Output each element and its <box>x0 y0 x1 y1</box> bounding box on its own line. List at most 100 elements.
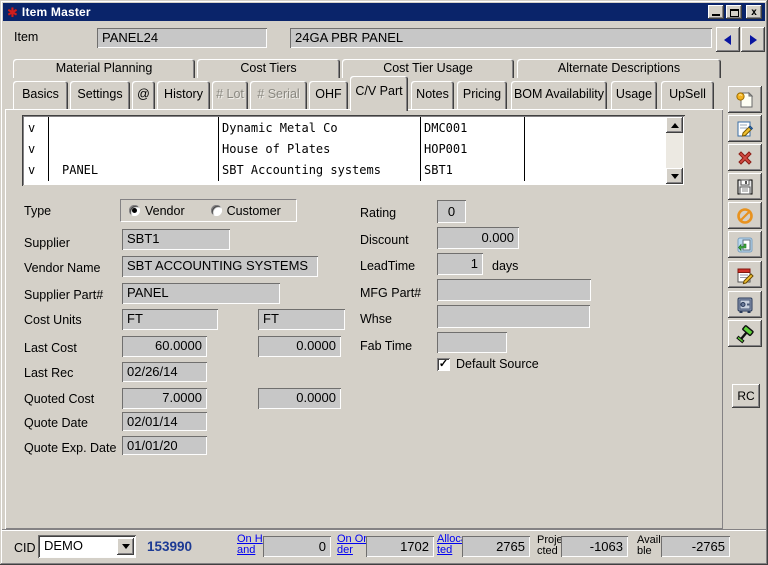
tab-upsell[interactable]: UpSell <box>661 81 714 110</box>
safe-icon <box>735 295 755 315</box>
close-button[interactable]: x <box>746 5 762 19</box>
radio-customer-label: Customer <box>227 204 281 218</box>
grid-scrollbar[interactable] <box>666 117 683 184</box>
tab-bom-availability[interactable]: BOM Availability <box>511 81 607 110</box>
tab-history[interactable]: History <box>157 81 210 110</box>
grid-cell[interactable]: House of Plates <box>222 139 417 160</box>
grid-col-part: PANEL <box>62 118 212 181</box>
projected-field: -1063 <box>561 536 628 557</box>
grid-cell[interactable]: SBT1 <box>424 160 522 181</box>
gavel-icon <box>735 324 755 344</box>
grid-cell[interactable]: v <box>28 160 46 181</box>
maximize-button[interactable] <box>726 5 742 19</box>
window-title: Item Master <box>22 5 91 19</box>
tab-at[interactable]: @ <box>132 81 155 110</box>
cid-dropdown-button[interactable] <box>117 538 134 555</box>
next-item-button[interactable] <box>741 27 765 52</box>
grid-separator <box>420 117 421 181</box>
grid-cell[interactable]: v <box>28 118 46 139</box>
default-source-checkbox-row[interactable]: ✓ Default Source <box>437 357 539 371</box>
vendor-name-field[interactable]: SBT ACCOUNTING SYSTEMS <box>122 256 318 277</box>
tab-cv-part[interactable]: C/V Part <box>350 76 408 111</box>
last-rec-field[interactable]: 02/26/14 <box>122 362 207 382</box>
fab-time-field[interactable] <box>437 332 507 353</box>
minimize-button[interactable] <box>708 5 724 19</box>
save-floppy-icon <box>735 177 755 197</box>
last-cost-field-1[interactable]: 60.0000 <box>122 336 207 357</box>
last-rec-label: Last Rec <box>24 366 73 380</box>
quoted-cost-field-2[interactable]: 0.0000 <box>258 388 341 409</box>
titlebar: ✱ Item Master x <box>3 3 765 21</box>
document-coin-icon <box>735 90 755 110</box>
previous-item-button[interactable] <box>716 27 740 52</box>
mfg-part-field[interactable] <box>437 279 591 301</box>
grid-cell[interactable] <box>62 139 212 160</box>
grid-cell[interactable]: HOP001 <box>424 139 522 160</box>
whse-dropdown[interactable] <box>437 305 590 328</box>
whse-label: Whse <box>360 312 392 326</box>
quoted-cost-field-1[interactable]: 7.0000 <box>122 388 207 409</box>
delete-record-button[interactable] <box>728 144 762 171</box>
lead-time-field[interactable]: 1 <box>437 253 483 275</box>
notepad-pencil-icon <box>735 265 755 285</box>
scroll-down-button[interactable] <box>666 168 683 184</box>
tab-usage[interactable]: Usage <box>611 81 657 110</box>
rating-field[interactable]: 0 <box>437 200 466 223</box>
type-radio-group: Vendor Customer <box>120 199 297 222</box>
edit-record-button[interactable] <box>728 115 762 142</box>
lead-time-label: LeadTime <box>360 259 415 273</box>
grid-cell[interactable]: Dynamic Metal Co <box>222 118 417 139</box>
arrow-right-icon <box>747 34 759 46</box>
item-description-field[interactable]: 24GA PBR PANEL <box>290 28 712 48</box>
audit-notes-button[interactable] <box>728 261 762 288</box>
last-cost-label: Last Cost <box>24 341 77 355</box>
supplier-field[interactable]: SBT1 <box>122 229 230 250</box>
tab-settings[interactable]: Settings <box>70 81 130 110</box>
tab-basics[interactable]: Basics <box>13 81 68 110</box>
on-order-link[interactable]: On Order <box>337 534 367 556</box>
arrow-down-icon <box>671 174 679 179</box>
cost-units-field-1[interactable]: FT <box>122 309 218 330</box>
cid-combobox[interactable]: DEMO <box>38 535 136 558</box>
item-number: 153990 <box>147 539 192 554</box>
quote-date-label: Quote Date <box>24 416 88 430</box>
rc-button[interactable]: RC <box>732 384 760 408</box>
grid-cell[interactable]: DMC001 <box>424 118 522 139</box>
type-label: Type <box>24 204 51 218</box>
tab-material-planning[interactable]: Material Planning <box>13 59 195 78</box>
gavel-button[interactable] <box>728 320 762 347</box>
tab-ohf[interactable]: OHF <box>309 81 348 110</box>
quote-date-field[interactable]: 02/01/14 <box>122 412 207 431</box>
item-code-field[interactable]: PANEL24 <box>97 28 267 48</box>
source-grid[interactable]: v v v PANEL Dynamic Metal Co House of Pl… <box>22 115 685 186</box>
vault-button[interactable] <box>728 291 762 318</box>
grid-col-code: DMC001 HOP001 SBT1 <box>424 118 522 181</box>
last-cost-field-2[interactable]: 0.0000 <box>258 336 341 357</box>
rating-label: Rating <box>360 206 396 220</box>
new-record-button[interactable] <box>728 86 762 113</box>
quote-exp-date-field[interactable]: 01/01/20 <box>122 436 207 455</box>
grid-cell[interactable]: v <box>28 139 46 160</box>
checkbox-checked-icon[interactable]: ✓ <box>437 358 450 371</box>
grid-cell[interactable] <box>62 118 212 139</box>
vendor-name-label: Vendor Name <box>24 261 100 275</box>
tab-pricing[interactable]: Pricing <box>457 81 507 110</box>
tab-notes[interactable]: Notes <box>411 81 454 110</box>
cancel-circle-icon <box>735 206 755 226</box>
cv-part-tab-page: v v v PANEL Dynamic Metal Co House of Pl… <box>5 109 723 529</box>
grid-cell[interactable]: PANEL <box>62 160 212 181</box>
tab-alternate-descriptions[interactable]: Alternate Descriptions <box>517 59 721 78</box>
tab-cost-tiers[interactable]: Cost Tiers <box>197 59 340 78</box>
import-button[interactable] <box>728 231 762 258</box>
save-record-button[interactable] <box>728 173 762 200</box>
discount-label: Discount <box>360 233 409 247</box>
default-source-label: Default Source <box>456 357 539 371</box>
cost-units-field-2[interactable]: FT <box>258 309 345 330</box>
grid-cell[interactable]: SBT Accounting systems <box>222 160 417 181</box>
cancel-button[interactable] <box>728 202 762 229</box>
supplier-part-field[interactable]: PANEL <box>122 283 280 304</box>
radio-customer[interactable]: Customer <box>211 204 281 218</box>
discount-field[interactable]: 0.000 <box>437 227 519 249</box>
scroll-up-button[interactable] <box>666 117 683 133</box>
radio-vendor[interactable]: Vendor <box>129 204 185 218</box>
